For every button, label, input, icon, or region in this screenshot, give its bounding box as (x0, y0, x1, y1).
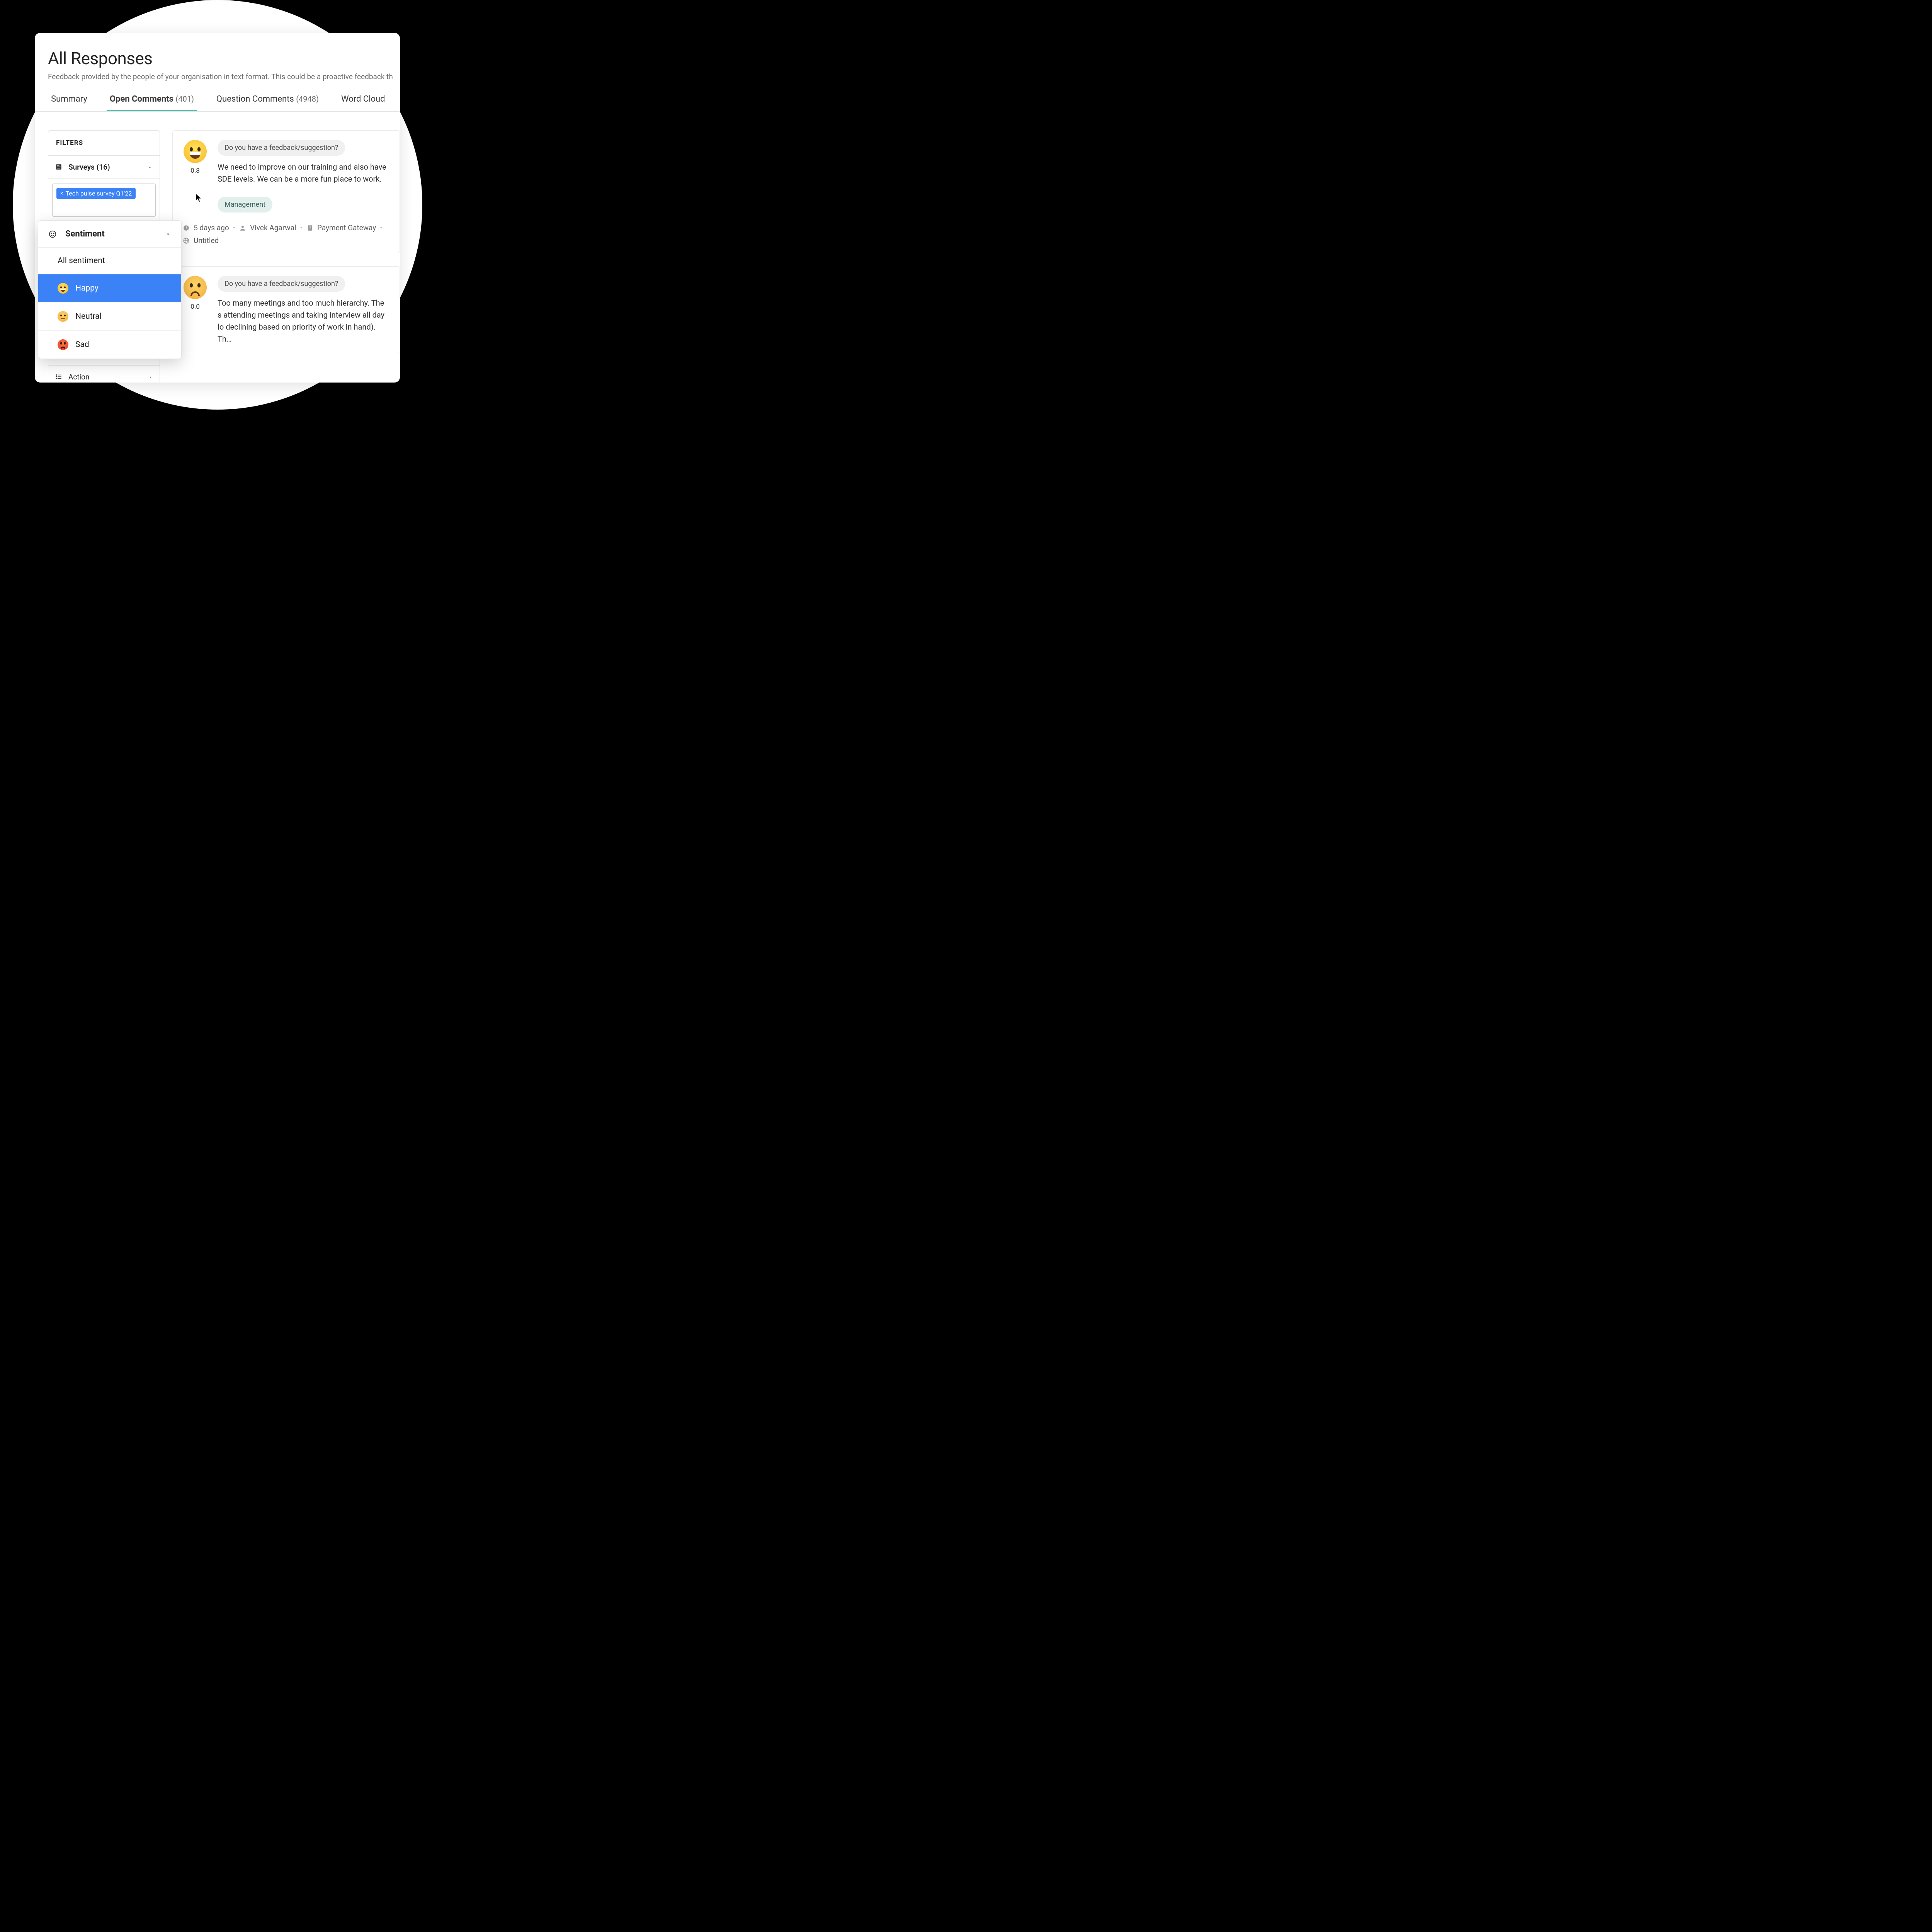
tab-label: Word Cloud (341, 94, 385, 104)
tab-summary[interactable]: Summary (48, 94, 90, 111)
filter-label: Action (68, 372, 148, 381)
neutral-emoji-icon (58, 311, 68, 322)
sad-emoji-icon (184, 276, 207, 299)
sentiment-dropdown: Sentiment All sentiment Happy Neutral Sa… (38, 220, 182, 359)
chip-remove-icon[interactable]: × (60, 190, 63, 197)
chevron-right-icon (148, 375, 153, 379)
comment-text: Too many meetings and too much hierarchy… (218, 297, 389, 345)
sentiment-dropdown-header[interactable]: Sentiment (38, 221, 181, 248)
happy-emoji-icon (58, 283, 68, 294)
sentiment-dropdown-title: Sentiment (65, 229, 165, 239)
list-icon (55, 373, 63, 381)
filters-title: FILTERS (48, 131, 160, 156)
tab-question-comments[interactable]: Question Comments (4948) (213, 94, 322, 111)
meta-extra: Untitled (194, 236, 219, 245)
chevron-down-icon (165, 231, 171, 237)
chip-label: Tech pulse survey Q1'22 (65, 190, 132, 197)
globe-icon (183, 237, 190, 244)
chevron-down-icon (147, 165, 153, 170)
tab-count: (401) (175, 94, 194, 104)
page-title: All Responses (35, 48, 400, 68)
tab-label: Summary (51, 94, 87, 104)
clock-icon (183, 224, 190, 231)
tab-count: (4948) (296, 94, 319, 104)
comment-sentiment: 0.0 (183, 276, 207, 345)
survey-chip[interactable]: × Tech pulse survey Q1'22 (56, 188, 136, 199)
sentiment-option-label: Neutral (75, 312, 102, 321)
sentiment-option-sad[interactable]: Sad (38, 331, 181, 359)
survey-icon (55, 163, 63, 171)
sentiment-score: 0.0 (190, 303, 200, 311)
comment-question: Do you have a feedback/suggestion? (218, 140, 345, 156)
filter-action[interactable]: Action (48, 365, 160, 383)
happy-emoji-icon (184, 140, 207, 163)
comments-column: 0.8 Do you have a feedback/suggestion? W… (172, 130, 400, 383)
comment-card: 0.0 Do you have a feedback/suggestion? T… (172, 266, 400, 353)
sentiment-option-label: All sentiment (58, 256, 105, 265)
building-icon (306, 224, 313, 231)
meta-time: 5 days ago (194, 223, 229, 232)
tab-label: Question Comments (216, 94, 294, 104)
tabs-bar: Summary Open Comments (401) Question Com… (35, 81, 400, 112)
sentiment-score: 0.8 (190, 167, 200, 175)
filter-label: Surveys (16) (68, 163, 147, 172)
sentiment-option-neutral[interactable]: Neutral (38, 303, 181, 331)
comment-text: We need to improve on our training and a… (218, 161, 389, 185)
meta-person: Vivek Agarwal (250, 223, 296, 232)
person-icon (239, 224, 246, 231)
page-subtitle: Feedback provided by the people of your … (35, 68, 400, 81)
meta-org: Payment Gateway (317, 223, 376, 232)
survey-chip-area[interactable]: × Tech pulse survey Q1'22 (52, 184, 156, 217)
comment-tag[interactable]: Management (218, 197, 272, 213)
comment-sentiment: 0.8 (183, 140, 207, 213)
smile-outline-icon (48, 230, 57, 238)
tab-label: Open Comments (110, 94, 173, 104)
comment-card: 0.8 Do you have a feedback/suggestion? W… (172, 130, 400, 253)
sentiment-option-happy[interactable]: Happy (38, 274, 181, 303)
angry-emoji-icon (58, 339, 68, 350)
sentiment-option-label: Happy (75, 284, 99, 293)
comment-question: Do you have a feedback/suggestion? (218, 276, 345, 292)
comment-meta: 5 days ago • Vivek Agarwal • Payment Gat… (183, 223, 389, 245)
tab-open-comments[interactable]: Open Comments (401) (107, 94, 197, 111)
filter-surveys[interactable]: Surveys (16) (48, 156, 160, 179)
sentiment-option-all[interactable]: All sentiment (38, 248, 181, 274)
tab-word-cloud[interactable]: Word Cloud (338, 94, 388, 111)
sentiment-option-label: Sad (75, 340, 89, 349)
